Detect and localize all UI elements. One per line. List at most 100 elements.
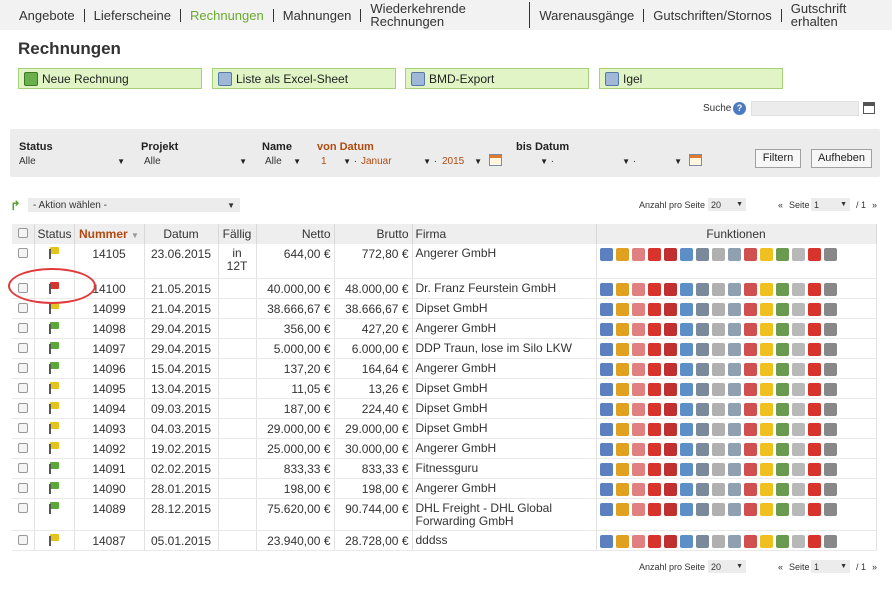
- search-icon[interactable]: [599, 362, 613, 376]
- clock-icon[interactable]: [775, 362, 789, 376]
- pdf-icon[interactable]: [647, 534, 661, 548]
- calendar-icon[interactable]: [863, 102, 875, 114]
- edit-icon[interactable]: [615, 402, 629, 416]
- warning-icon[interactable]: [759, 342, 773, 356]
- status-flag-icon[interactable]: [48, 341, 60, 354]
- flag-icon[interactable]: [807, 382, 821, 396]
- delete-icon[interactable]: [823, 362, 837, 376]
- next-page-link[interactable]: »: [872, 200, 877, 210]
- clock-icon[interactable]: [775, 462, 789, 476]
- cart-icon[interactable]: [695, 302, 709, 316]
- document-icon[interactable]: [711, 402, 725, 416]
- clock-icon[interactable]: [775, 342, 789, 356]
- flag-icon[interactable]: [807, 462, 821, 476]
- edit-icon[interactable]: [615, 342, 629, 356]
- edit-icon[interactable]: [615, 482, 629, 496]
- row-checkbox[interactable]: [17, 534, 28, 545]
- faellig-header[interactable]: Fällig: [218, 224, 257, 244]
- search-icon[interactable]: [599, 502, 613, 516]
- name-select[interactable]: Alle ▼: [265, 154, 301, 168]
- search-icon[interactable]: [599, 382, 613, 396]
- code-icon[interactable]: [663, 362, 677, 376]
- from-date-calendar-icon[interactable]: [489, 154, 502, 166]
- datum-header[interactable]: Datum: [144, 224, 219, 244]
- payment-icon[interactable]: [631, 382, 645, 396]
- search-icon[interactable]: [599, 322, 613, 336]
- search-icon[interactable]: [599, 422, 613, 436]
- warning-icon[interactable]: [759, 302, 773, 316]
- cart-icon[interactable]: [695, 342, 709, 356]
- copy-icon[interactable]: [791, 422, 805, 436]
- row-checkbox[interactable]: [17, 302, 28, 313]
- pdf-icon[interactable]: [647, 442, 661, 456]
- status-flag-icon[interactable]: [48, 441, 60, 454]
- pdf-icon[interactable]: [647, 302, 661, 316]
- delete-icon[interactable]: [823, 422, 837, 436]
- cart-icon[interactable]: [695, 382, 709, 396]
- netto-header[interactable]: Netto: [256, 224, 335, 244]
- cart-icon[interactable]: [695, 282, 709, 296]
- clock-icon[interactable]: [775, 382, 789, 396]
- flag-icon[interactable]: [807, 322, 821, 336]
- edit-icon[interactable]: [615, 248, 629, 262]
- stamp-icon[interactable]: [727, 322, 741, 336]
- row-checkbox[interactable]: [17, 422, 28, 433]
- copy-icon[interactable]: [791, 362, 805, 376]
- clock-icon[interactable]: [775, 502, 789, 516]
- email-icon[interactable]: [679, 462, 693, 476]
- stamp-icon[interactable]: [727, 382, 741, 396]
- email-icon[interactable]: [679, 442, 693, 456]
- document-red-icon[interactable]: [743, 302, 757, 316]
- brutto-header[interactable]: Brutto: [334, 224, 413, 244]
- document-red-icon[interactable]: [743, 362, 757, 376]
- edit-icon[interactable]: [615, 302, 629, 316]
- code-icon[interactable]: [663, 248, 677, 262]
- nav-item-lieferscheine[interactable]: Lieferscheine: [85, 8, 181, 22]
- delete-icon[interactable]: [823, 302, 837, 316]
- document-icon[interactable]: [711, 502, 725, 516]
- pdf-icon[interactable]: [647, 282, 661, 296]
- payment-icon[interactable]: [631, 534, 645, 548]
- warning-icon[interactable]: [759, 362, 773, 376]
- email-icon[interactable]: [679, 248, 693, 262]
- nav-item-warenausgänge[interactable]: Warenausgänge: [530, 8, 645, 22]
- status-flag-icon[interactable]: [48, 461, 60, 474]
- copy-icon[interactable]: [791, 342, 805, 356]
- firma-header[interactable]: Firma: [412, 224, 597, 244]
- payment-icon[interactable]: [631, 402, 645, 416]
- search-input[interactable]: [751, 101, 859, 116]
- email-icon[interactable]: [679, 402, 693, 416]
- stamp-icon[interactable]: [727, 402, 741, 416]
- pdf-icon[interactable]: [647, 502, 661, 516]
- code-icon[interactable]: [663, 442, 677, 456]
- excel-export-button[interactable]: Liste als Excel-Sheet: [212, 68, 396, 89]
- edit-icon[interactable]: [615, 534, 629, 548]
- to-date-calendar-icon[interactable]: [689, 154, 702, 166]
- edit-icon[interactable]: [615, 422, 629, 436]
- clock-icon[interactable]: [775, 322, 789, 336]
- edit-icon[interactable]: [615, 382, 629, 396]
- delete-icon[interactable]: [823, 248, 837, 262]
- code-icon[interactable]: [663, 502, 677, 516]
- select-all-checkbox[interactable]: [17, 228, 28, 238]
- payment-icon[interactable]: [631, 462, 645, 476]
- edit-icon[interactable]: [615, 462, 629, 476]
- document-red-icon[interactable]: [743, 402, 757, 416]
- document-icon[interactable]: [711, 322, 725, 336]
- to-day-select[interactable]: ▼: [516, 154, 548, 168]
- search-icon[interactable]: [599, 482, 613, 496]
- code-icon[interactable]: [663, 322, 677, 336]
- pdf-icon[interactable]: [647, 362, 661, 376]
- document-icon[interactable]: [711, 302, 725, 316]
- delete-icon[interactable]: [823, 442, 837, 456]
- document-icon[interactable]: [711, 422, 725, 436]
- status-flag-icon[interactable]: [48, 381, 60, 394]
- copy-icon[interactable]: [791, 248, 805, 262]
- status-flag-icon[interactable]: [48, 361, 60, 374]
- code-icon[interactable]: [663, 282, 677, 296]
- pdf-icon[interactable]: [647, 322, 661, 336]
- pdf-icon[interactable]: [647, 422, 661, 436]
- pdf-icon[interactable]: [647, 482, 661, 496]
- flag-icon[interactable]: [807, 402, 821, 416]
- stamp-icon[interactable]: [727, 482, 741, 496]
